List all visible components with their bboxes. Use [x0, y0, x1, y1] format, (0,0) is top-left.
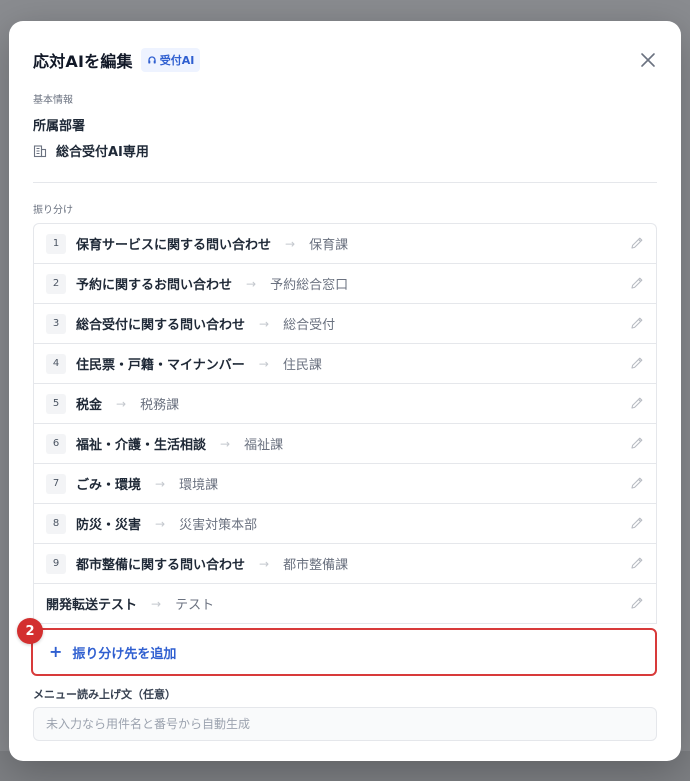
modal-header: 応対AIを編集 受付AI	[33, 46, 201, 74]
routing-row-destination: 住民課	[282, 358, 322, 373]
routing-row[interactable]: 3 総合受付に関する問い合わせ → 総合受付	[34, 304, 656, 344]
pencil-icon[interactable]	[630, 596, 644, 610]
routing-row-number: 8	[46, 513, 66, 534]
pencil-icon[interactable]	[630, 236, 644, 250]
routing-row-name: ごみ・環境	[76, 478, 142, 493]
routing-row-number: 7	[46, 473, 66, 494]
routing-list: 1 保育サービスに関する問い合わせ → 保育課 2 予約に関するお問い合わせ →…	[33, 223, 657, 624]
edit-ai-modal: 応対AIを編集 受付AI 基本情報 所属部署 総合受付AI専用 振り分け 1 保…	[9, 21, 681, 761]
pencil-icon[interactable]	[630, 276, 644, 290]
routing-row-name: 福祉・介護・生活相談	[76, 438, 207, 453]
pencil-icon[interactable]	[630, 396, 644, 410]
pencil-icon[interactable]	[630, 556, 644, 570]
arrow-right-icon: →	[259, 316, 270, 331]
routing-row-number: 6	[46, 433, 66, 454]
routing-row-number: 3	[46, 313, 66, 334]
routing-row-name: 予約に関するお問い合わせ	[76, 278, 233, 293]
routing-row-destination: 総合受付	[283, 318, 336, 333]
routing-row[interactable]: 4 住民票・戸籍・マイナンバー → 住民課	[34, 344, 656, 384]
arrow-right-icon: →	[155, 516, 166, 531]
routing-row[interactable]: 5 税金 → 税務課	[34, 384, 656, 424]
routing-row-name: 税金	[76, 398, 103, 413]
routing-row-number: 2	[46, 273, 66, 294]
pencil-icon[interactable]	[630, 476, 644, 490]
arrow-right-icon: →	[259, 556, 270, 571]
add-routing-button[interactable]: + 振り分け先を追加	[31, 628, 657, 676]
pencil-icon[interactable]	[630, 516, 644, 530]
routing-row-name: 総合受付に関する問い合わせ	[76, 318, 246, 333]
routing-row-number: 5	[46, 393, 66, 414]
routing-row[interactable]: 9 都市整備に関する問い合わせ → 都市整備課	[34, 544, 656, 584]
headset-icon	[148, 56, 156, 64]
routing-row[interactable]: 6 福祉・介護・生活相談 → 福祉課	[34, 424, 656, 464]
routing-row-destination: 災害対策本部	[179, 518, 258, 533]
arrow-right-icon: →	[116, 396, 127, 411]
arrow-right-icon: →	[151, 596, 162, 611]
routing-row-destination: 環境課	[179, 478, 219, 493]
badge-label: 受付AI	[159, 54, 195, 67]
routing-row[interactable]: 1 保育サービスに関する問い合わせ → 保育課	[34, 224, 656, 264]
routing-row[interactable]: 開発転送テスト → テスト	[34, 584, 656, 624]
arrow-right-icon: →	[155, 476, 166, 491]
pencil-icon[interactable]	[630, 356, 644, 370]
routing-row-destination: 保育課	[309, 238, 349, 253]
routing-row-number: 9	[46, 553, 66, 574]
department-name: 総合受付AI専用	[56, 145, 149, 160]
routing-row[interactable]: 8 防災・災害 → 災害対策本部	[34, 504, 656, 544]
routing-row-name: 防災・災害	[76, 518, 142, 533]
routing-row-name: 住民票・戸籍・マイナンバー	[76, 358, 245, 373]
routing-row[interactable]: 2 予約に関するお問い合わせ → 予約総合窓口	[34, 264, 656, 304]
routing-section-label: 振り分け	[33, 205, 73, 216]
routing-row-destination: 予約総合窓口	[270, 278, 349, 293]
basic-info-section-label: 基本情報	[33, 95, 73, 106]
menu-text-label: メニュー読み上げ文（任意）	[33, 688, 176, 701]
routing-row-destination: テスト	[175, 598, 215, 613]
routing-row-destination: 税務課	[140, 398, 180, 413]
routing-row-name: 都市整備に関する問い合わせ	[76, 558, 246, 573]
arrow-right-icon: →	[246, 276, 257, 291]
routing-row-destination: 福祉課	[244, 438, 284, 453]
routing-row-name: 開発転送テスト	[46, 598, 138, 613]
pencil-icon[interactable]	[630, 436, 644, 450]
routing-row-name: 保育サービスに関する問い合わせ	[76, 238, 272, 253]
menu-text-input[interactable]	[33, 707, 657, 741]
department-value: 総合受付AI専用	[33, 141, 149, 160]
plus-icon: +	[49, 642, 63, 661]
arrow-right-icon: →	[258, 356, 269, 371]
routing-row-number: 4	[46, 353, 66, 374]
pencil-icon[interactable]	[630, 316, 644, 330]
arrow-right-icon: →	[220, 436, 231, 451]
arrow-right-icon: →	[285, 236, 296, 251]
section-divider	[33, 182, 657, 183]
step-marker-badge: 2	[17, 618, 43, 644]
routing-row[interactable]: 7 ごみ・環境 → 環境課	[34, 464, 656, 504]
routing-row-destination: 都市整備課	[283, 558, 349, 573]
close-button[interactable]	[637, 49, 659, 71]
routing-row-number: 1	[46, 233, 66, 254]
building-icon	[33, 144, 47, 157]
close-icon	[641, 53, 655, 67]
modal-title: 応対AIを編集	[33, 52, 133, 71]
reception-ai-badge: 受付AI	[140, 48, 201, 72]
department-label: 所属部署	[33, 119, 86, 134]
add-routing-label: 振り分け先を追加	[72, 646, 177, 662]
